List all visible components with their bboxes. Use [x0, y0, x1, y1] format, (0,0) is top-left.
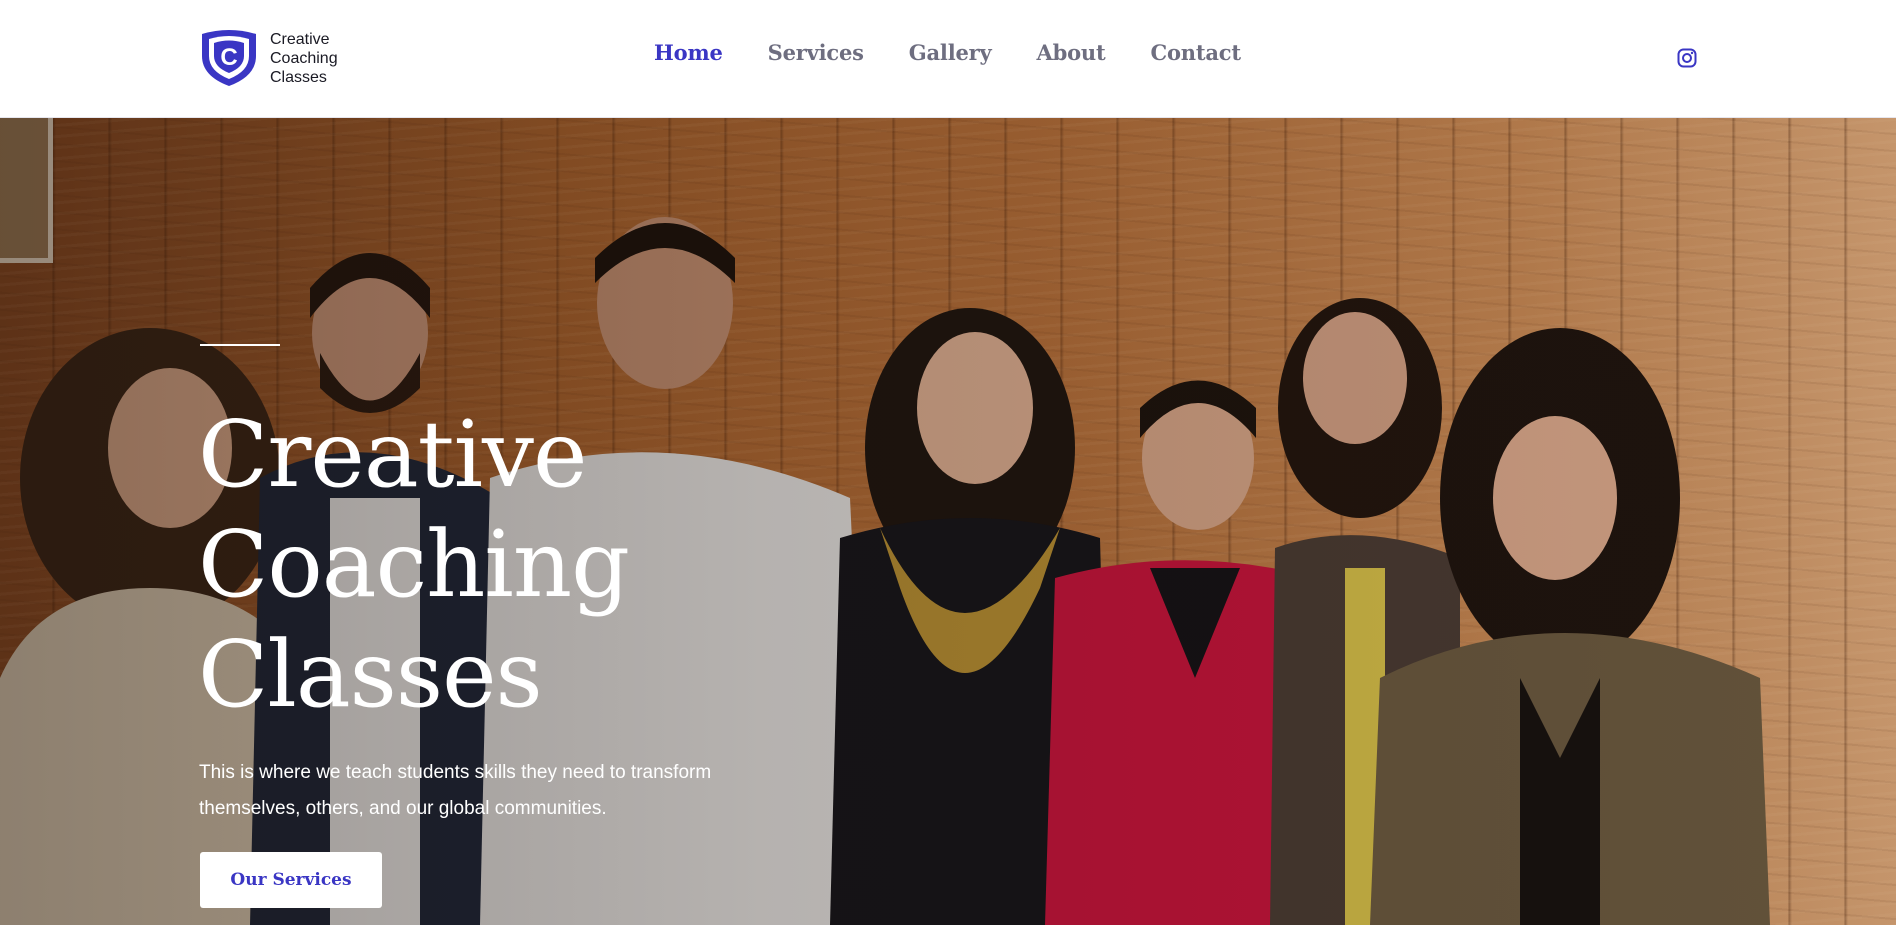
hero-title: Creative Coaching Classes — [198, 400, 630, 730]
site-header: C Creative Coaching Classes Home Service… — [0, 0, 1896, 118]
hero-description: This is where we teach students skills t… — [199, 762, 712, 819]
our-services-button[interactable]: Our Services — [200, 852, 382, 908]
nav-item-contact[interactable]: Contact — [1150, 40, 1241, 65]
brand-logo[interactable]: C Creative Coaching Classes — [198, 28, 338, 88]
logo-letter: C — [220, 44, 237, 71]
nav-item-about[interactable]: About — [1037, 40, 1106, 65]
hero-accent-line — [200, 344, 280, 346]
hero-title-line: Classes — [198, 621, 543, 728]
brand-name-line: Coaching — [270, 49, 338, 67]
hero-title-line: Creative — [198, 401, 587, 508]
shield-logo-icon: C — [202, 30, 256, 86]
brand-name-line: Creative — [270, 30, 330, 48]
instagram-icon[interactable] — [1677, 48, 1697, 68]
brand-name-line: Classes — [270, 68, 327, 86]
brand-name: Creative Coaching Classes — [270, 30, 338, 87]
nav-item-services[interactable]: Services — [768, 40, 864, 65]
main-nav: Home Services Gallery About Contact — [654, 40, 1241, 65]
hero-title-line: Coaching — [198, 511, 630, 618]
hero-section: Creative Coaching Classes This is where … — [0, 118, 1896, 925]
nav-item-gallery[interactable]: Gallery — [909, 40, 992, 65]
nav-item-home[interactable]: Home — [654, 40, 723, 65]
